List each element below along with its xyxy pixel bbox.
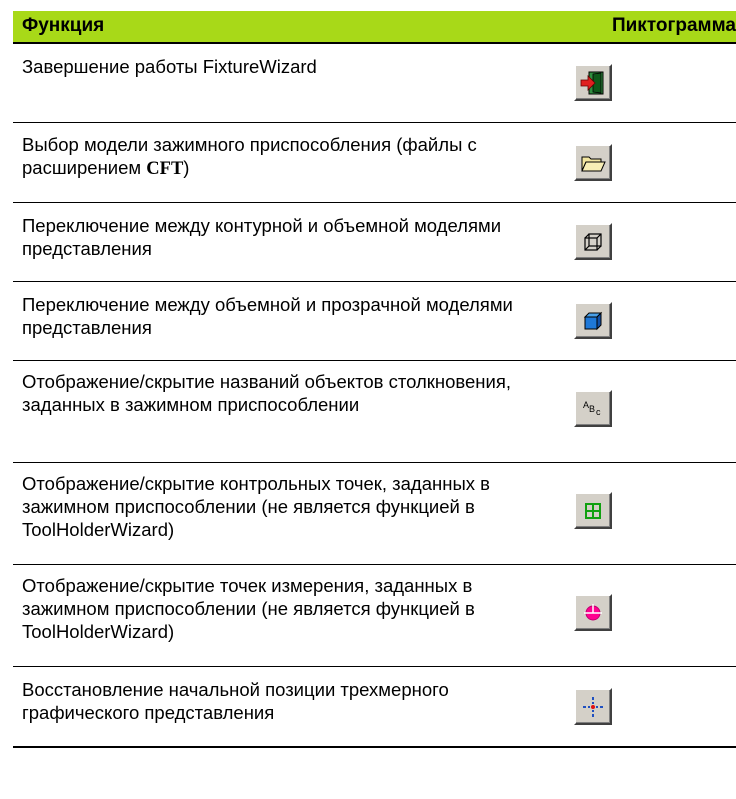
header-function: Функция	[22, 15, 105, 36]
table-row: Переключение между контурной и объемной …	[13, 203, 736, 282]
row-text: Завершение работы FixtureWizard	[22, 56, 317, 77]
row-text: Отображение/скрытие названий объектов ст…	[22, 371, 511, 415]
open-folder-icon	[581, 156, 606, 172]
reset-view-icon	[583, 697, 603, 717]
row-text: Переключение между контурной и объемной …	[22, 215, 502, 259]
row-text: Восстановление начальной позиции трехмер…	[22, 679, 449, 723]
svg-text:B: B	[589, 404, 595, 414]
row-text: Переключение между объемной и прозрачной…	[22, 294, 513, 338]
table-row: Восстановление начальной позиции трехмер…	[13, 667, 736, 748]
svg-text:A: A	[583, 400, 589, 410]
measure-points-button[interactable]	[574, 594, 612, 631]
header-icon: Пиктограмма	[611, 15, 736, 36]
measure-point-icon	[584, 604, 602, 621]
reset-view-button[interactable]	[574, 688, 612, 725]
open-model-button[interactable]	[574, 144, 612, 181]
table-header: Функция Пиктограмма	[13, 11, 736, 44]
function-icon-table: Функция Пиктограмма Завершение работы Fi…	[13, 11, 736, 748]
table-row: Выбор модели зажимного приспособления (ф…	[13, 123, 736, 203]
wireframe-cube-icon	[584, 233, 602, 251]
table-row: Переключение между объемной и прозрачной…	[13, 282, 736, 361]
exit-button[interactable]	[574, 64, 612, 101]
solid-toggle-button[interactable]	[574, 302, 612, 339]
svg-text:c: c	[596, 407, 601, 417]
exit-door-icon	[580, 71, 604, 95]
control-points-button[interactable]	[574, 492, 612, 529]
wireframe-toggle-button[interactable]	[574, 223, 612, 260]
solid-cube-icon	[583, 311, 603, 331]
row-text: Отображение/скрытие точек измерения, зад…	[22, 575, 475, 642]
abc-labels-icon: A B c	[583, 400, 601, 417]
table-row: Отображение/скрытие названий объектов ст…	[13, 361, 736, 463]
green-grid-icon	[585, 503, 601, 519]
table-row: Завершение работы FixtureWizard	[13, 44, 736, 123]
table-row: Отображение/скрытие точек измерения, зад…	[13, 565, 736, 667]
table-row: Отображение/скрытие контрольных точек, з…	[13, 463, 736, 565]
row-text: Выбор модели зажимного приспособления (ф…	[22, 134, 477, 179]
collision-names-button[interactable]: A B c	[574, 390, 612, 427]
row-text: Отображение/скрытие контрольных точек, з…	[22, 473, 490, 540]
